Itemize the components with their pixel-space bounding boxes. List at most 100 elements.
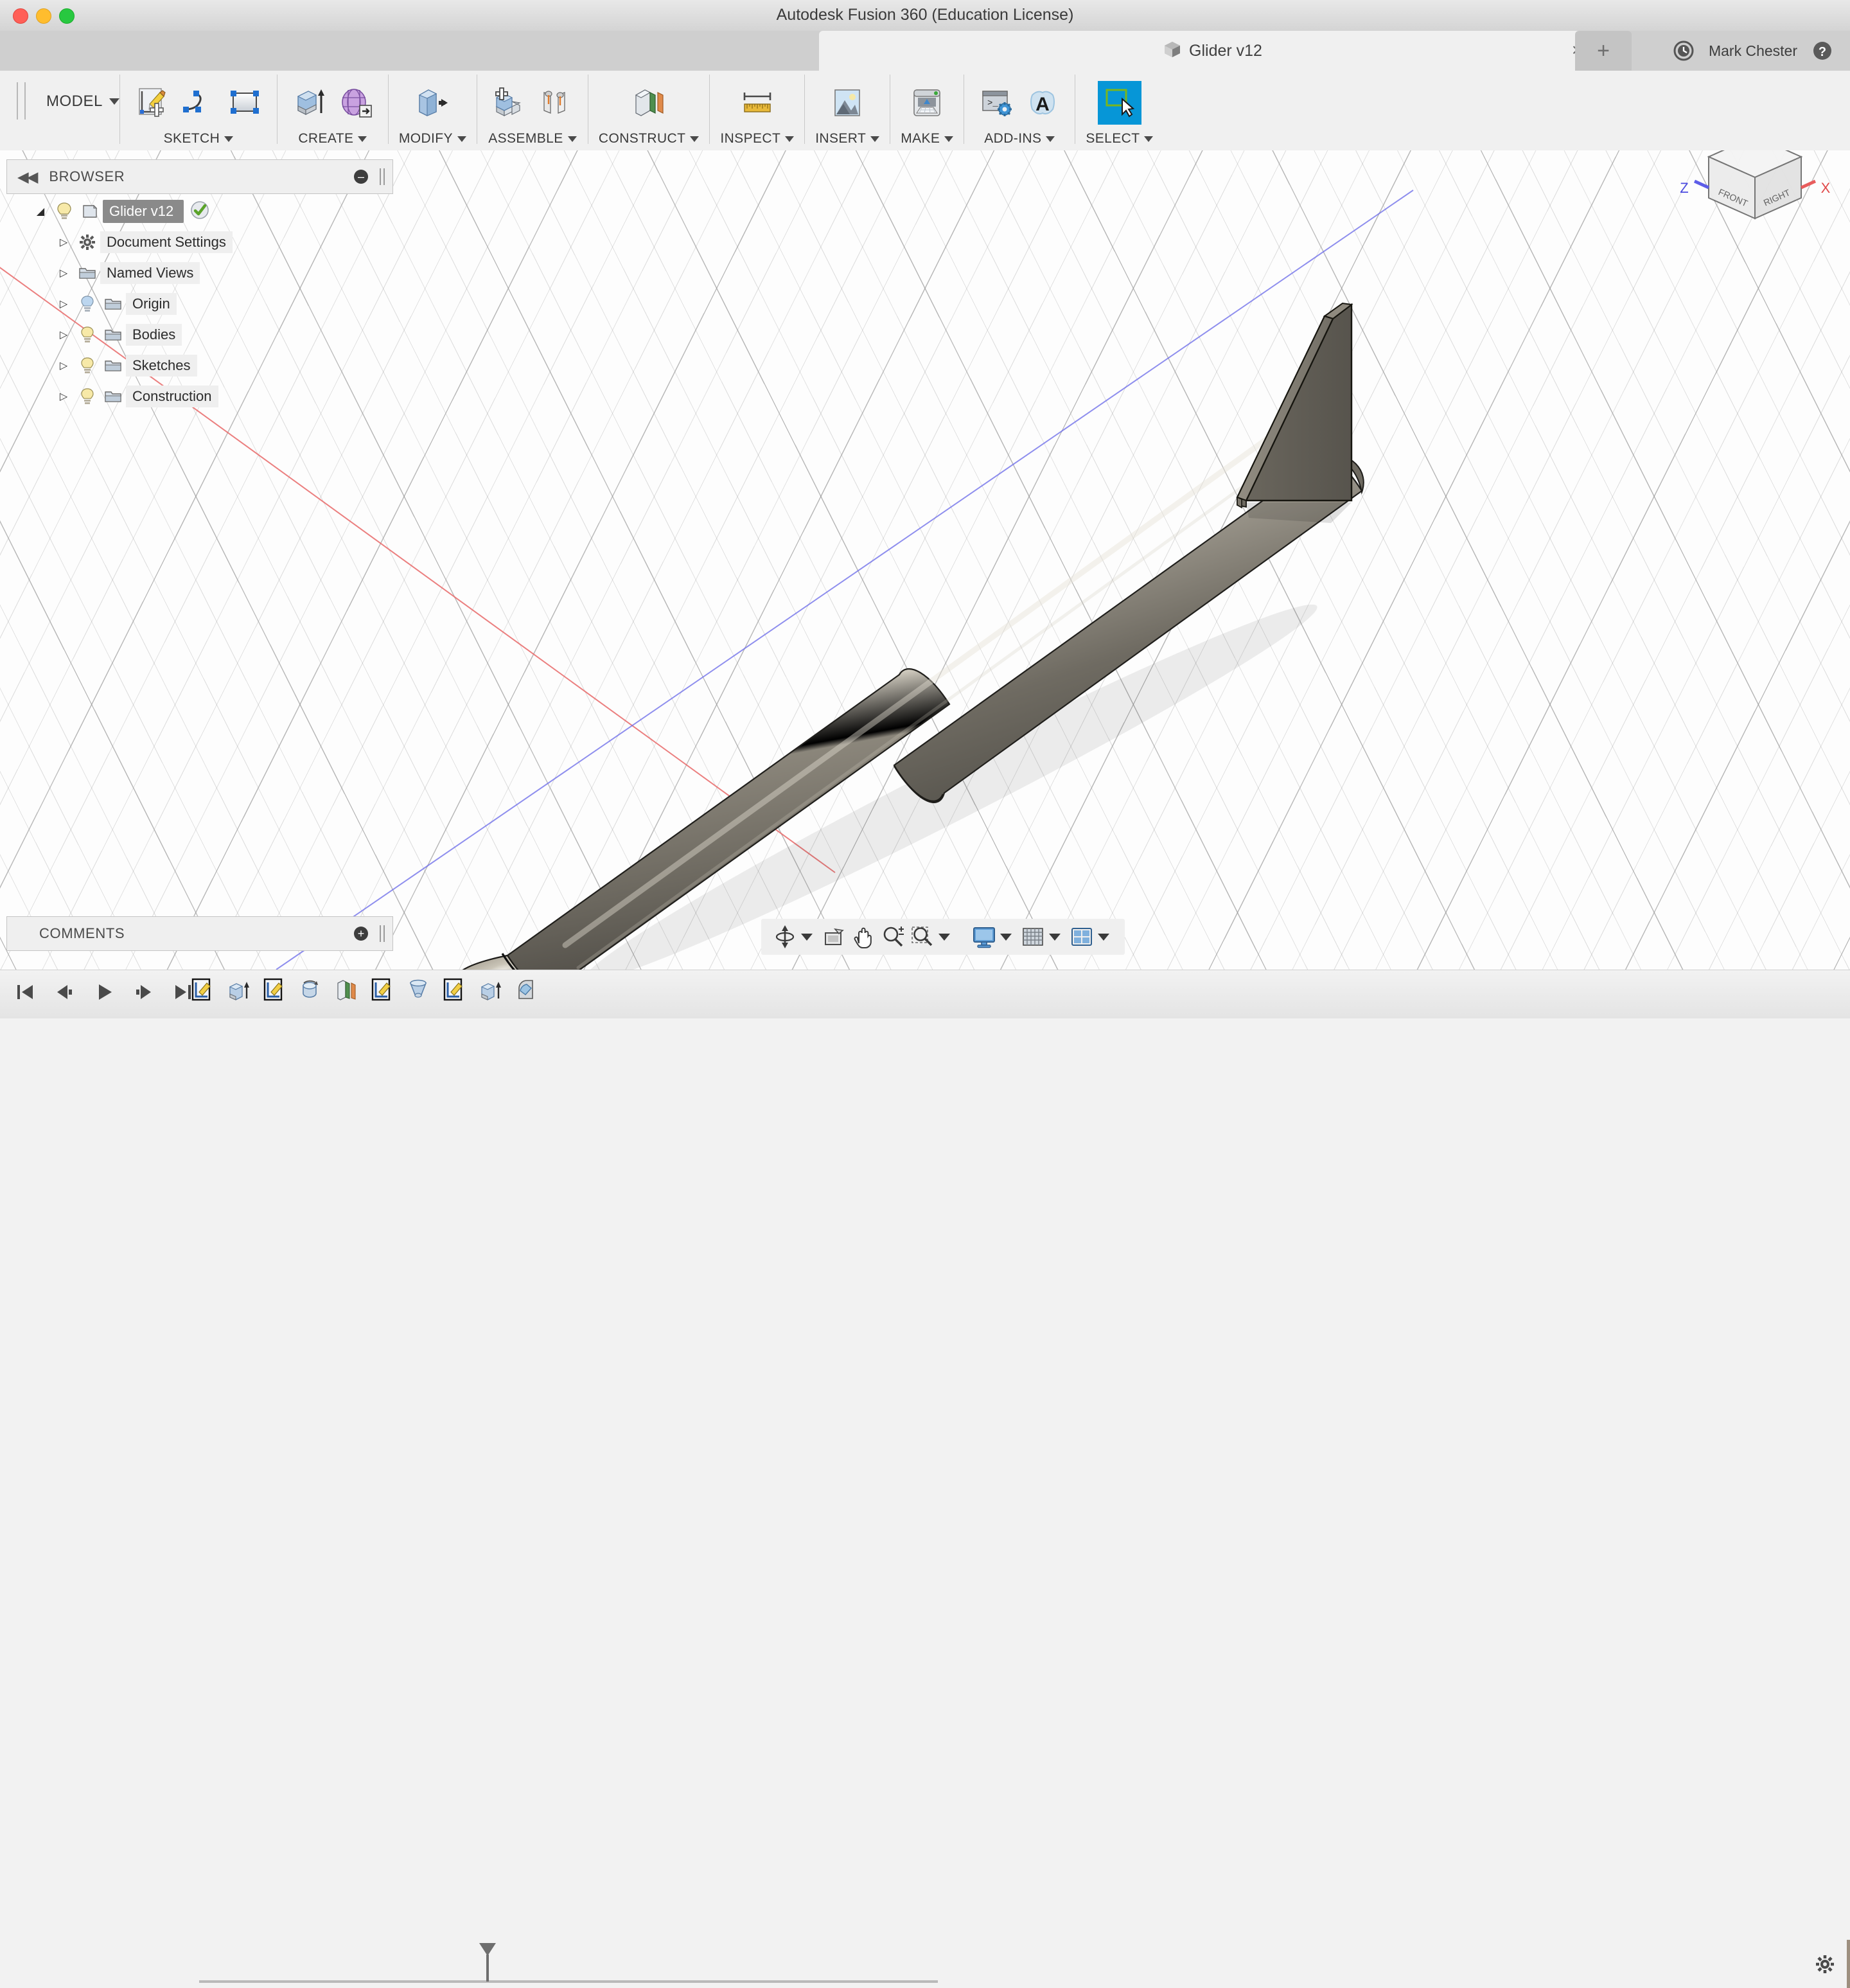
ribbon-panel-make: MAKE — [890, 71, 964, 150]
tree-item-glider[interactable]: ◢ Glider v12 — [6, 196, 392, 227]
timeline-feature-sketch-icon[interactable] — [258, 974, 290, 1006]
revolve-icon[interactable] — [334, 81, 378, 125]
workspace-switcher[interactable]: MODEL — [46, 93, 119, 111]
app-store-icon[interactable]: A — [1021, 81, 1064, 125]
view-navigation-bar — [761, 919, 1125, 955]
tree-item-named-views[interactable]: ▷ Named Views — [6, 258, 392, 288]
clock-icon[interactable] — [1673, 40, 1695, 62]
chevron-down-icon[interactable] — [1049, 933, 1061, 941]
browser-label: BROWSER — [49, 168, 125, 184]
timeline-feature-extrude-icon[interactable] — [474, 974, 506, 1006]
pan-icon[interactable] — [849, 922, 878, 952]
ribbon-grip[interactable] — [17, 82, 26, 120]
zoom-window-icon[interactable] — [908, 922, 937, 952]
timeline-feature-sketch-icon[interactable] — [186, 974, 218, 1006]
ribbon-panel-create-label[interactable]: CREATE — [298, 131, 367, 146]
collapse-left-icon[interactable]: ◀◀ — [17, 168, 38, 186]
orbit-icon[interactable] — [770, 922, 800, 952]
ribbon-panel-sketch-label[interactable]: SKETCH — [164, 131, 234, 146]
tree-item-document-settings[interactable]: ▷ Document Settings — [6, 227, 392, 258]
ribbon-panel-modify-label[interactable]: MODIFY — [399, 131, 466, 146]
play-icon[interactable] — [89, 977, 119, 1007]
tree-item-bodies[interactable]: ▷ Bodies — [6, 319, 392, 350]
ribbon-panel-make-label[interactable]: MAKE — [901, 131, 954, 146]
timeline-feature-fillet-icon[interactable] — [510, 974, 542, 1006]
zoom-icon[interactable] — [878, 922, 908, 952]
expand-arrow-icon[interactable]: ▷ — [53, 359, 75, 372]
folder-icon — [100, 296, 126, 312]
light-bulb-icon[interactable] — [75, 357, 100, 375]
light-bulb-icon[interactable] — [51, 202, 77, 221]
tree-item-sketches[interactable]: ▷ Sketches — [6, 350, 392, 381]
chevron-down-icon — [109, 98, 119, 105]
tree-item-origin[interactable]: ▷ Origin — [6, 288, 392, 319]
document-tab-glider[interactable]: Glider v12 × — [819, 31, 1606, 71]
chevron-down-icon[interactable] — [1000, 933, 1012, 941]
panel-resize-grip[interactable] — [380, 168, 385, 185]
timeline-feature-loft-icon[interactable] — [402, 974, 434, 1006]
expand-arrow-icon[interactable]: ◢ — [30, 205, 51, 218]
add-comment-icon[interactable]: + — [354, 927, 368, 941]
light-bulb-icon[interactable] — [75, 295, 100, 313]
look-at-icon[interactable] — [819, 922, 849, 952]
ribbon-panel-assemble-label[interactable]: ASSEMBLE — [488, 131, 577, 146]
expand-arrow-icon[interactable]: ▷ — [53, 267, 75, 280]
question-mark-icon[interactable]: ? — [1811, 40, 1833, 62]
grid-snaps-icon[interactable] — [1018, 922, 1048, 952]
light-bulb-icon[interactable] — [75, 326, 100, 344]
display-settings-icon[interactable] — [969, 922, 999, 952]
panel-label: INSPECT — [720, 131, 781, 146]
timeline-feature-sketch-icon[interactable] — [438, 974, 470, 1006]
timeline-feature-sketch-icon[interactable] — [366, 974, 398, 1006]
expand-arrow-icon[interactable]: ▷ — [53, 390, 75, 403]
view-cube[interactable]: TOP FRONT RIGHT Y X Z — [1647, 150, 1840, 221]
account-name[interactable]: Mark Chester — [1709, 42, 1797, 60]
expand-arrow-icon[interactable]: ▷ — [53, 328, 75, 341]
ribbon-panel-insert-label[interactable]: INSERT — [815, 131, 880, 146]
create-sketch-icon[interactable] — [130, 81, 174, 125]
step-back-icon[interactable] — [49, 977, 80, 1007]
rectangle-icon[interactable] — [223, 81, 267, 125]
offset-plane-icon[interactable] — [627, 81, 671, 125]
browser-tree: ◢ Glider v12 ▷ Document Settings ▷ Named… — [6, 196, 392, 412]
extrude-icon[interactable] — [288, 81, 331, 125]
spline-icon[interactable] — [177, 81, 220, 125]
chevron-down-icon[interactable] — [1098, 933, 1109, 941]
ribbon-panel-inspect-label[interactable]: INSPECT — [720, 131, 795, 146]
tree-item-label: Document Settings — [100, 231, 233, 253]
insert-image-icon[interactable] — [825, 81, 869, 125]
3d-print-icon[interactable] — [905, 81, 949, 125]
timeline-track[interactable] — [199, 1980, 938, 1983]
ribbon-panel-construct-label[interactable]: CONSTRUCT — [599, 131, 700, 146]
viewports-icon[interactable] — [1067, 922, 1097, 952]
folder-icon — [100, 358, 126, 373]
minimize-icon[interactable]: – — [354, 170, 368, 184]
timeline-marker[interactable] — [478, 1942, 497, 1982]
gear-icon — [75, 233, 100, 251]
panel-resize-grip[interactable] — [380, 925, 385, 942]
timeline-feature-offset-plane-icon[interactable] — [330, 974, 362, 1006]
joint-icon[interactable] — [534, 81, 577, 125]
new-component-icon[interactable] — [488, 81, 531, 125]
tree-item-label: Construction — [126, 386, 218, 407]
chevron-down-icon — [457, 136, 466, 142]
timeline-feature-extrude-icon[interactable] — [222, 974, 254, 1006]
expand-arrow-icon[interactable]: ▷ — [53, 297, 75, 310]
expand-arrow-icon[interactable]: ▷ — [53, 236, 75, 249]
ribbon-panel-addins-label[interactable]: ADD-INS — [984, 131, 1055, 146]
tree-item-construction[interactable]: ▷ Construction — [6, 381, 392, 412]
tree-item-label: Sketches — [126, 355, 197, 377]
select-cursor-icon[interactable] — [1097, 81, 1141, 125]
scripts-addins-icon[interactable]: >_ — [974, 81, 1018, 125]
chevron-down-icon[interactable] — [938, 933, 950, 941]
ribbon-panel-select-label[interactable]: SELECT — [1086, 131, 1154, 146]
new-tab-button[interactable]: + — [1575, 31, 1632, 71]
light-bulb-icon[interactable] — [75, 387, 100, 405]
go-to-beginning-icon[interactable] — [9, 977, 40, 1007]
step-forward-icon[interactable] — [128, 977, 159, 1007]
timeline-feature-revolve-icon[interactable] — [294, 974, 326, 1006]
press-pull-icon[interactable] — [410, 81, 454, 125]
gear-icon[interactable] — [1814, 1953, 1836, 1975]
measure-icon[interactable] — [736, 81, 779, 125]
chevron-down-icon[interactable] — [801, 933, 813, 941]
